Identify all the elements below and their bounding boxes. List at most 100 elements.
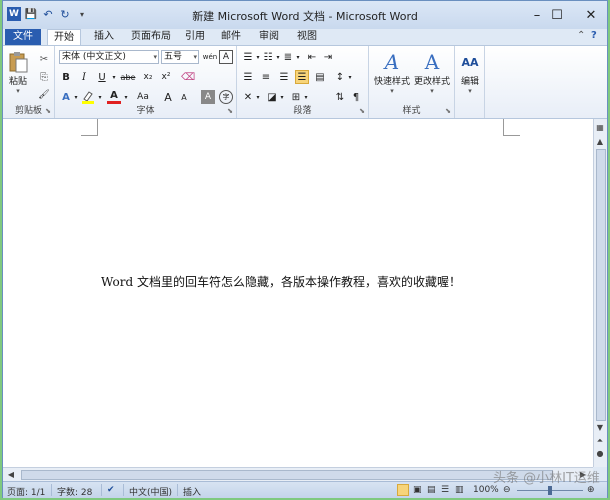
- bold-button[interactable]: B: [59, 70, 73, 84]
- full-screen-view-icon[interactable]: ▣: [413, 485, 422, 495]
- font-size-select[interactable]: 五号 ▾: [161, 50, 199, 64]
- phonetic-guide-icon[interactable]: wén: [203, 50, 217, 64]
- chevron-down-icon[interactable]: ▾: [119, 90, 133, 104]
- title-bar: W 💾 ↶ ↻ ▾ 新建 Microsoft Word 文档 - Microso…: [3, 1, 607, 29]
- page-count[interactable]: 页面: 1/1: [7, 485, 45, 498]
- character-shading-icon[interactable]: A: [201, 90, 215, 104]
- copy-icon[interactable]: ⎘: [37, 70, 51, 84]
- web-layout-view-icon[interactable]: ▤: [427, 485, 436, 495]
- draft-view-icon[interactable]: ▥: [455, 485, 464, 495]
- distributed-button[interactable]: ▤: [313, 70, 327, 84]
- proofing-icon[interactable]: ✔: [107, 485, 115, 495]
- scroll-left-icon[interactable]: ◀: [5, 468, 17, 480]
- change-styles-label: 更改样式: [413, 77, 450, 87]
- show-marks-icon[interactable]: ¶: [349, 90, 363, 104]
- ruler-toggle-icon[interactable]: ▦: [594, 121, 606, 133]
- justify-button[interactable]: ☰: [295, 70, 309, 84]
- ribbon-tabs: 文件 开始 插入 页面布局 引用 邮件 审阅 视图 ⌃ ?: [3, 29, 607, 45]
- group-styles: A 快速样式 ▾ A 更改样式 ▾ 样式 ⬊: [369, 46, 455, 118]
- styles-launcher-icon[interactable]: ⬊: [445, 107, 451, 115]
- scroll-up-icon[interactable]: ▲: [594, 135, 606, 147]
- close-button[interactable]: ✕: [571, 1, 610, 29]
- chevron-down-icon[interactable]: ▾: [275, 90, 289, 104]
- align-right-button[interactable]: ☰: [277, 70, 291, 84]
- chevron-down-icon[interactable]: ▾: [251, 90, 265, 104]
- chevron-down-icon: ▾: [430, 87, 434, 95]
- font-launcher-icon[interactable]: ⬊: [227, 107, 233, 115]
- paste-button[interactable]: 粘贴 ▾: [6, 50, 30, 95]
- zoom-in-icon[interactable]: ⊕: [587, 485, 595, 495]
- chevron-down-icon[interactable]: ▾: [343, 70, 357, 84]
- tab-mailings[interactable]: 邮件: [217, 29, 245, 45]
- change-case-button[interactable]: Aa: [133, 90, 153, 104]
- align-center-button[interactable]: ≡: [259, 70, 273, 84]
- align-left-button[interactable]: ☰: [241, 70, 255, 84]
- tab-page-layout[interactable]: 页面布局: [127, 29, 175, 45]
- help-icon[interactable]: ?: [591, 30, 597, 41]
- subscript-button[interactable]: x₂: [141, 70, 155, 84]
- tab-review[interactable]: 审阅: [255, 29, 283, 45]
- enclose-characters-icon[interactable]: 字: [219, 90, 233, 104]
- tab-insert[interactable]: 插入: [87, 29, 121, 45]
- tab-file[interactable]: 文件: [5, 29, 41, 45]
- tab-view[interactable]: 视图: [293, 29, 321, 45]
- document-area[interactable]: Word 文档里的回车符怎么隐藏，各版本操作教程，喜欢的收藏喔！: [3, 119, 593, 467]
- quick-styles-icon: A: [384, 50, 400, 74]
- status-separator: [123, 484, 124, 496]
- cut-icon[interactable]: ✂: [37, 52, 51, 66]
- group-paragraph: ☰ ▾ ☷ ▾ ≣ ▾ ⇤ ⇥ ☰ ≡ ☰ ☰ ▤ ↕ ▾ ✕ ▾ ◪ ▾ ⊞ …: [237, 46, 369, 118]
- superscript-button[interactable]: x²: [159, 70, 173, 84]
- ribbon-minimize-icon[interactable]: ⌃: [577, 30, 585, 41]
- font-size-value: 五号: [164, 52, 183, 62]
- language-indicator[interactable]: 中文(中国): [129, 485, 172, 498]
- grow-font-button[interactable]: A: [161, 90, 175, 104]
- editing-label: 编辑: [460, 77, 479, 87]
- chevron-down-icon[interactable]: ▾: [291, 50, 305, 64]
- decrease-indent-icon[interactable]: ⇤: [305, 50, 319, 64]
- scroll-down-icon[interactable]: ▼: [594, 421, 606, 433]
- tab-references[interactable]: 引用: [181, 29, 209, 45]
- ribbon: 粘贴 ▾ ✂ ⎘ 🖌 剪贴板 ⬊ 宋体 (中文正文) ▾ 五号 ▾ wén A B …: [3, 45, 607, 119]
- chevron-down-icon: ▾: [153, 53, 157, 61]
- chevron-down-icon[interactable]: ▾: [299, 90, 313, 104]
- print-layout-view-icon[interactable]: [397, 484, 409, 496]
- insert-mode-indicator[interactable]: 插入: [183, 485, 201, 498]
- paragraph-launcher-icon[interactable]: ⬊: [359, 107, 365, 115]
- margin-corner-top-right: [503, 119, 520, 136]
- previous-page-icon[interactable]: ⏶: [594, 435, 606, 447]
- word-count[interactable]: 字数: 28: [57, 485, 92, 498]
- tab-home[interactable]: 开始: [47, 29, 81, 45]
- chevron-down-icon[interactable]: ▾: [93, 90, 107, 104]
- sort-icon[interactable]: ⇅: [333, 90, 347, 104]
- zoom-slider-thumb[interactable]: [548, 486, 552, 495]
- group-clipboard: 粘贴 ▾ ✂ ⎘ 🖌 剪贴板 ⬊: [3, 46, 55, 118]
- editing-button[interactable]: AA 编辑 ▾: [457, 50, 483, 96]
- outline-view-icon[interactable]: ☰: [441, 485, 449, 495]
- shrink-font-button[interactable]: A: [177, 90, 191, 104]
- font-name-select[interactable]: 宋体 (中文正文) ▾: [59, 50, 159, 64]
- vertical-scrollbar[interactable]: ▦ ▲ ▼ ⏶ ●: [593, 119, 607, 467]
- zoom-level[interactable]: 100%: [473, 485, 499, 495]
- italic-button[interactable]: I: [77, 70, 91, 84]
- browse-object-icon[interactable]: ●: [594, 447, 606, 459]
- change-styles-button[interactable]: A 更改样式 ▾: [413, 50, 451, 95]
- paste-label: 粘贴: [8, 77, 27, 87]
- clear-formatting-icon[interactable]: ⌫: [181, 70, 195, 84]
- group-editing: AA 编辑 ▾: [455, 46, 485, 118]
- horizontal-scroll-thumb[interactable]: [21, 470, 553, 480]
- paste-icon: [6, 50, 30, 74]
- document-text[interactable]: Word 文档里的回车符怎么隐藏，各版本操作教程，喜欢的收藏喔！: [101, 273, 461, 290]
- vertical-scroll-thumb[interactable]: [596, 149, 606, 421]
- zoom-out-icon[interactable]: ⊖: [503, 485, 511, 495]
- character-border-icon[interactable]: A: [219, 50, 233, 64]
- strikethrough-button[interactable]: abe: [119, 70, 137, 84]
- format-painter-icon[interactable]: 🖌: [37, 88, 51, 102]
- group-label-font: 字体: [136, 106, 155, 116]
- font-name-value: 宋体 (中文正文): [62, 52, 126, 62]
- chevron-down-icon: ▾: [390, 87, 394, 95]
- quick-styles-button[interactable]: A 快速样式 ▾: [373, 50, 411, 95]
- change-styles-icon: A: [424, 50, 440, 74]
- clipboard-launcher-icon[interactable]: ⬊: [45, 107, 51, 115]
- increase-indent-icon[interactable]: ⇥: [321, 50, 335, 64]
- margin-corner-top-left: [81, 119, 98, 136]
